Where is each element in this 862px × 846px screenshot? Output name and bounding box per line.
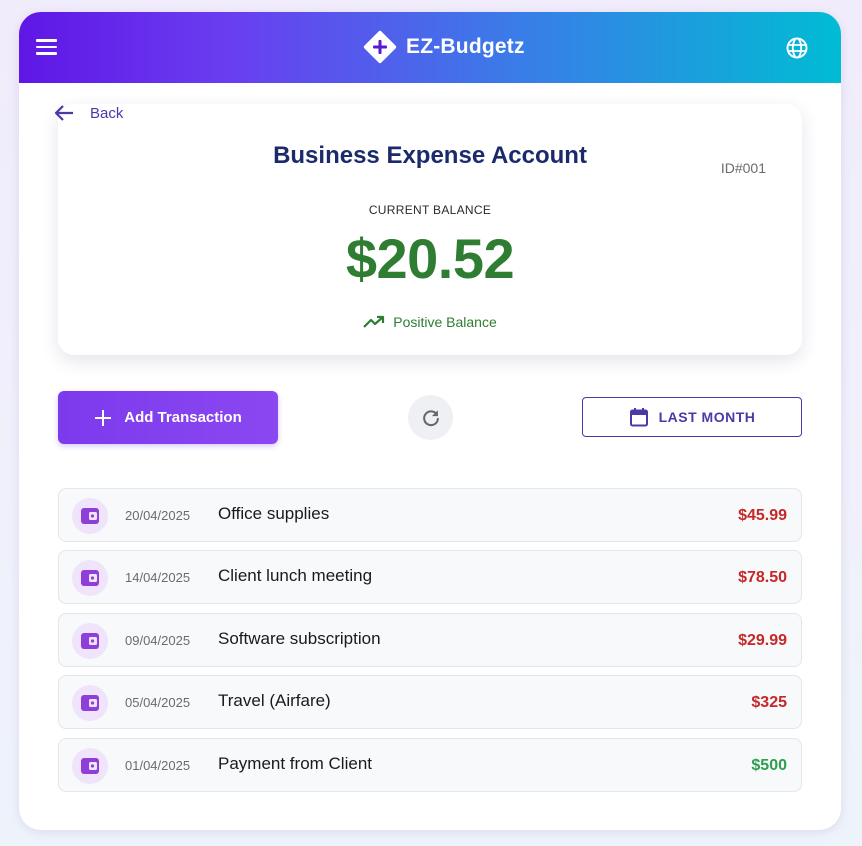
balance-status: Positive Balance (58, 314, 802, 330)
back-button[interactable]: Back (54, 102, 123, 124)
trending-up-icon (363, 315, 385, 328)
transaction-description: Payment from Client (218, 754, 372, 773)
account-name: Business Expense Account (273, 142, 587, 169)
balance-card: Business Expense Account ID#001 CURRENT … (58, 104, 802, 355)
transaction-amount: $45.99 (738, 507, 787, 524)
brand: EZ-Budgetz (362, 29, 525, 65)
calendar-icon (629, 408, 648, 427)
add-transaction-button[interactable]: Add Transaction (58, 391, 278, 444)
globe-icon[interactable] (785, 36, 809, 60)
transaction-description: Client lunch meeting (218, 566, 373, 585)
transaction-amount: $78.50 (738, 569, 787, 586)
wallet-icon (72, 498, 108, 534)
refresh-button[interactable] (408, 395, 453, 440)
arrow-left-icon (54, 105, 73, 121)
balance-value: $20.52 (345, 227, 515, 290)
period-filter-button[interactable]: LAST MONTH (582, 397, 802, 437)
transaction-amount: $500 (751, 757, 787, 774)
transaction-row[interactable]: 20/04/2025 Office supplies $45.99 (58, 488, 802, 542)
transaction-date: 20/04/2025 (125, 508, 191, 523)
transaction-description: Travel (Airfare) (218, 691, 331, 710)
balance-label: CURRENT BALANCE (368, 203, 492, 217)
diamond-plus-logo-icon (363, 30, 397, 64)
transaction-description: Office supplies (218, 504, 330, 523)
wallet-icon (72, 748, 108, 784)
plus-icon (95, 409, 112, 426)
transaction-amount: $325 (751, 694, 787, 711)
wallet-icon (72, 685, 108, 721)
account-id: ID#001 (720, 160, 766, 176)
period-filter-label: LAST MONTH (658, 409, 756, 425)
wallet-icon (72, 560, 108, 596)
transaction-date: 01/04/2025 (125, 758, 191, 773)
transaction-row[interactable]: 09/04/2025 Software subscription $29.99 (58, 613, 802, 667)
app-title: EZ-Budgetz (406, 35, 525, 58)
balance-status-label: Positive Balance (393, 314, 497, 330)
transaction-row[interactable]: 05/04/2025 Travel (Airfare) $325 (58, 675, 802, 729)
transaction-amount: $29.99 (738, 632, 787, 649)
transaction-date: 09/04/2025 (125, 633, 191, 648)
transaction-row[interactable]: 14/04/2025 Client lunch meeting $78.50 (58, 550, 802, 604)
hamburger-menu-icon (36, 39, 57, 42)
transaction-date: 05/04/2025 (125, 695, 191, 710)
app-window: EZ-Budgetz Business Expense Account ID#0… (19, 12, 841, 830)
app-header: EZ-Budgetz (19, 12, 841, 83)
back-label: Back (90, 104, 124, 122)
add-transaction-label: Add Transaction (124, 409, 242, 426)
menu-button[interactable] (36, 35, 62, 59)
wallet-icon (72, 623, 108, 659)
transaction-date: 14/04/2025 (125, 570, 191, 585)
transaction-row[interactable]: 01/04/2025 Payment from Client $500 (58, 738, 802, 792)
refresh-icon (422, 409, 439, 426)
transaction-description: Software subscription (218, 629, 381, 648)
